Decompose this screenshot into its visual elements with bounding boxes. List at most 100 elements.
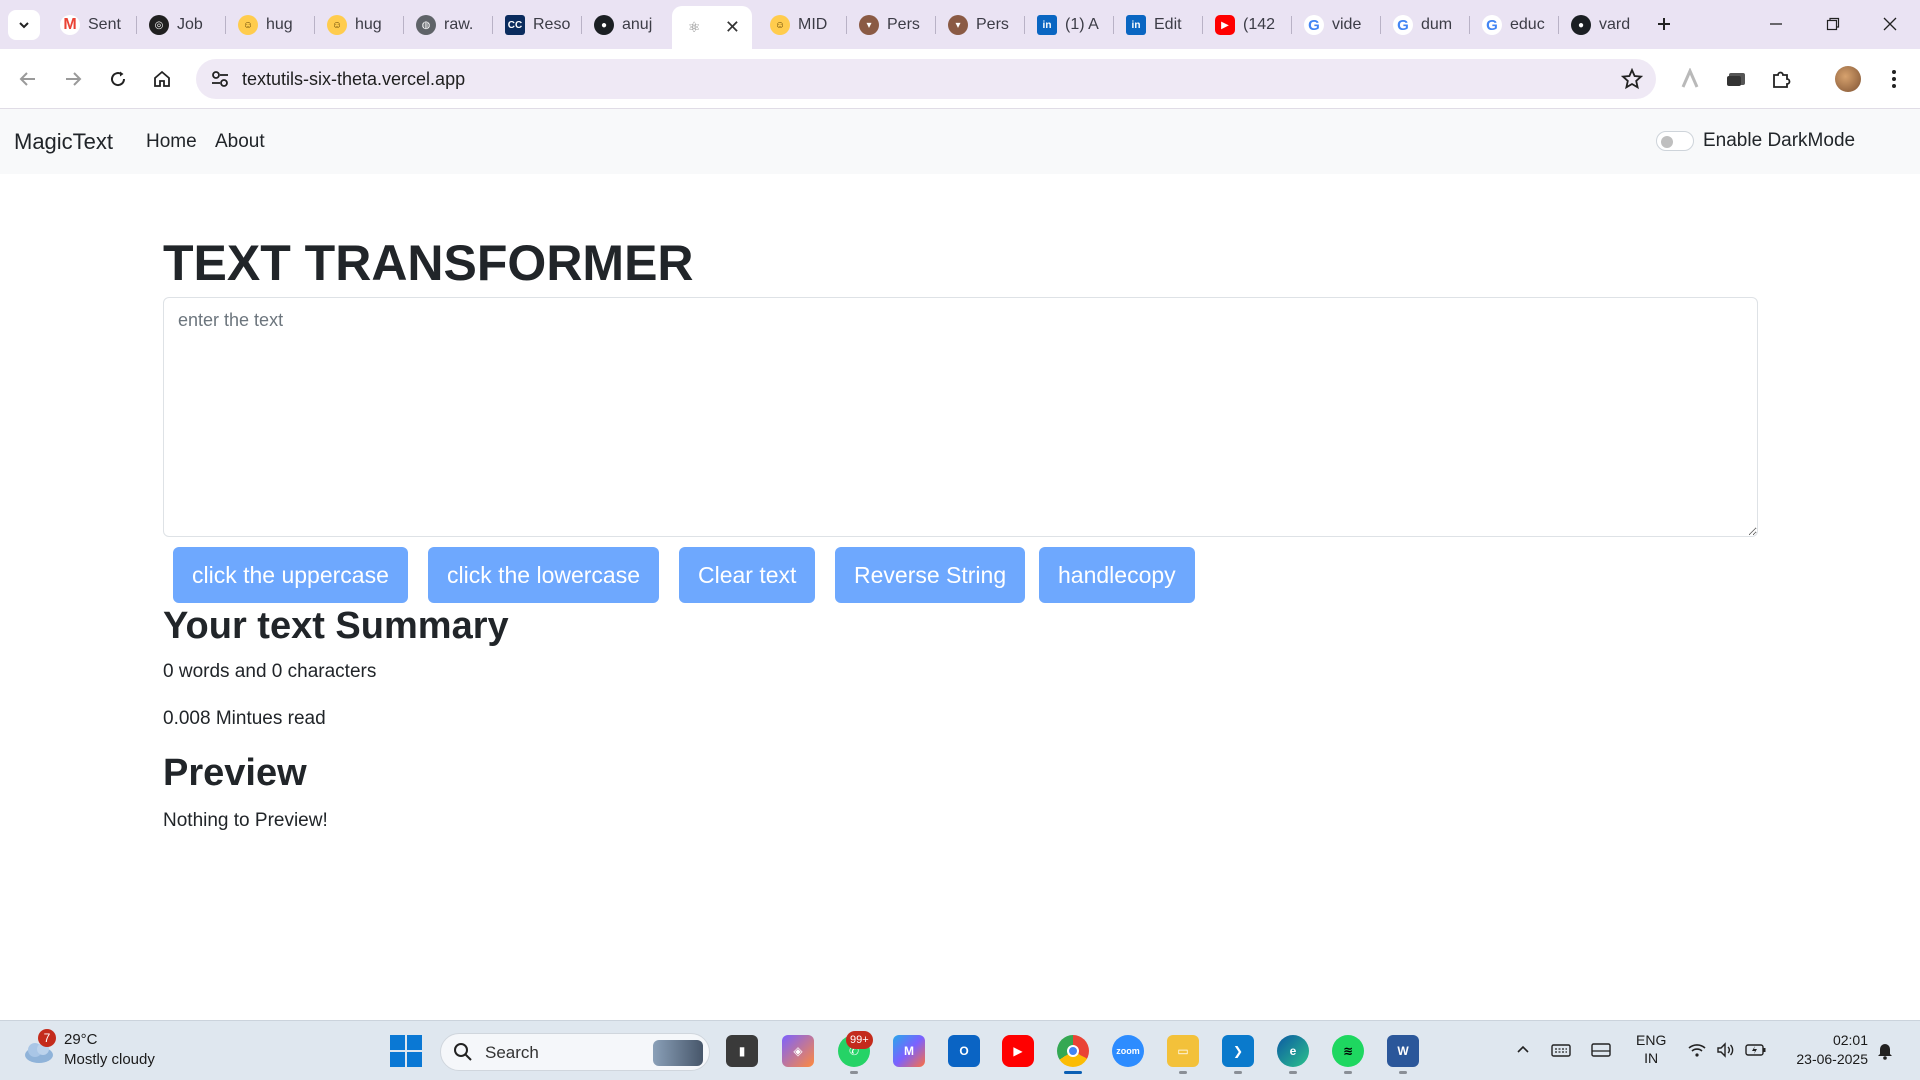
system-clock[interactable]: 02:01 23-06-2025: [1796, 1031, 1868, 1069]
word-app[interactable]: W: [1387, 1035, 1419, 1067]
tab-title: Pers: [976, 16, 1009, 33]
outlook-icon: O: [959, 1044, 969, 1058]
url-text[interactable]: textutils-six-theta.vercel.app: [242, 69, 465, 90]
display-tray[interactable]: [1590, 1039, 1612, 1061]
tab-google-educ[interactable]: G educ: [1470, 8, 1552, 42]
restore-button[interactable]: [1813, 10, 1853, 38]
keyboard-tray[interactable]: [1550, 1039, 1572, 1061]
taskview-app[interactable]: ▮: [726, 1035, 758, 1067]
profile-button[interactable]: [1834, 65, 1862, 93]
youtube-app[interactable]: ▶: [1002, 1035, 1034, 1067]
nav-link-home[interactable]: Home: [146, 131, 197, 153]
tab-huggingface-1[interactable]: ☺ hug: [226, 8, 308, 42]
tab-pers-1[interactable]: ▾ Pers: [847, 8, 929, 42]
running-indicator: [1289, 1071, 1297, 1074]
extensions-button[interactable]: [1767, 65, 1795, 93]
media-button[interactable]: [1722, 65, 1750, 93]
back-button[interactable]: [12, 63, 44, 95]
wifi-tray[interactable]: [1686, 1039, 1708, 1061]
tab-mid[interactable]: ☺ MID: [758, 8, 840, 42]
clear-text-button[interactable]: Clear text: [679, 547, 816, 603]
chrome-app[interactable]: [1057, 1035, 1089, 1067]
github-icon: ●: [1571, 15, 1591, 35]
navbar-brand[interactable]: MagicText: [14, 129, 113, 155]
cup-icon: ▾: [948, 15, 968, 35]
darkmode-toggle[interactable]: [1656, 131, 1694, 151]
extension-button[interactable]: [1676, 65, 1704, 93]
tab-active-textutils[interactable]: ⚛ ✕: [672, 6, 752, 49]
uppercase-button[interactable]: click the uppercase: [173, 547, 408, 603]
site-info-button[interactable]: [208, 67, 232, 91]
address-bar[interactable]: textutils-six-theta.vercel.app: [196, 59, 1656, 99]
tab-github-vard[interactable]: ● vard: [1559, 8, 1641, 42]
running-indicator: [1399, 1071, 1407, 1074]
huggingface-icon: ☺: [238, 15, 258, 35]
volume-tray[interactable]: [1715, 1039, 1737, 1061]
start-button[interactable]: [390, 1035, 422, 1067]
zoom-app[interactable]: zoom: [1112, 1035, 1144, 1067]
google-icon: G: [1393, 15, 1413, 35]
battery-tray[interactable]: [1745, 1039, 1767, 1061]
edge-icon: e: [1289, 1044, 1297, 1058]
tab-raw[interactable]: ◍ raw.: [404, 8, 486, 42]
input-language-indicator[interactable]: ENG IN: [1636, 1031, 1666, 1067]
tab-job[interactable]: ◎ Job: [137, 8, 219, 42]
running-indicator: [850, 1071, 858, 1074]
new-tab-button[interactable]: [1652, 12, 1676, 36]
tab-linkedin-1[interactable]: in (1) A: [1025, 8, 1107, 42]
tab-google-dum[interactable]: G dum: [1381, 8, 1463, 42]
word-char-count: 0 words and 0 characters: [163, 661, 377, 682]
tab-linkedin-edit[interactable]: in Edit: [1114, 8, 1196, 42]
tab-title: hug: [355, 16, 382, 33]
m365-app[interactable]: M: [893, 1035, 925, 1067]
tab-search-button[interactable]: [8, 10, 40, 40]
tab-github-anuj[interactable]: ● anuj: [582, 8, 664, 42]
youtube-icon: ▶: [1013, 1044, 1023, 1058]
tab-reso[interactable]: CC Reso: [493, 8, 575, 42]
tab-google-vide[interactable]: G vide: [1292, 8, 1374, 42]
vscode-app[interactable]: ❯: [1222, 1035, 1254, 1067]
huggingface-icon: ☺: [327, 15, 347, 35]
taskbar-search[interactable]: Search: [440, 1033, 710, 1071]
plus-icon: [1658, 18, 1670, 30]
running-indicator: [1179, 1071, 1187, 1074]
tray-overflow-button[interactable]: [1512, 1039, 1534, 1061]
outlook-app[interactable]: O: [948, 1035, 980, 1067]
tab-pers-2[interactable]: ▾ Pers: [936, 8, 1018, 42]
cup-icon: ▾: [859, 15, 879, 35]
browser-toolbar: textutils-six-theta.vercel.app: [0, 49, 1920, 109]
search-label: Search: [485, 1043, 539, 1062]
spotify-app[interactable]: ≋: [1332, 1035, 1364, 1067]
tab-youtube[interactable]: ▶ (142: [1203, 8, 1285, 42]
browser-menu-button[interactable]: [1880, 65, 1908, 93]
bookmark-button[interactable]: [1620, 67, 1644, 91]
file-explorer-app[interactable]: ▭: [1167, 1035, 1199, 1067]
lowercase-button[interactable]: click the lowercase: [428, 547, 660, 603]
notifications-tray[interactable]: [1874, 1039, 1896, 1061]
forward-button[interactable]: [57, 63, 89, 95]
minimize-button[interactable]: [1756, 10, 1796, 38]
tab-gmail-sent[interactable]: M Sent: [48, 8, 130, 42]
chevron-up-icon: [1517, 1045, 1529, 1053]
copilot-app[interactable]: ◈: [782, 1035, 814, 1067]
text-input[interactable]: [163, 297, 1758, 537]
edge-app[interactable]: e: [1277, 1035, 1309, 1067]
search-icon: [454, 1043, 472, 1061]
spotify-icon: ≋: [1342, 1044, 1354, 1058]
home-button[interactable]: [146, 63, 178, 95]
reload-button[interactable]: [102, 63, 134, 95]
taskview-icon: ▮: [738, 1044, 746, 1058]
toggle-knob: [1661, 136, 1673, 148]
close-tab-icon[interactable]: ✕: [725, 17, 740, 38]
tab-huggingface-2[interactable]: ☺ hug: [315, 8, 397, 42]
tab-title: educ: [1510, 16, 1545, 33]
openai-icon: ◎: [149, 15, 169, 35]
darkmode-label[interactable]: Enable DarkMode: [1703, 130, 1855, 152]
close-window-button[interactable]: [1870, 10, 1910, 38]
react-icon: ⚛: [684, 17, 704, 38]
copy-button[interactable]: handlecopy: [1039, 547, 1195, 603]
nav-link-about[interactable]: About: [215, 131, 265, 153]
chrome-icon: [1067, 1045, 1079, 1057]
tab-title: dum: [1421, 16, 1453, 33]
reverse-string-button[interactable]: Reverse String: [835, 547, 1026, 603]
